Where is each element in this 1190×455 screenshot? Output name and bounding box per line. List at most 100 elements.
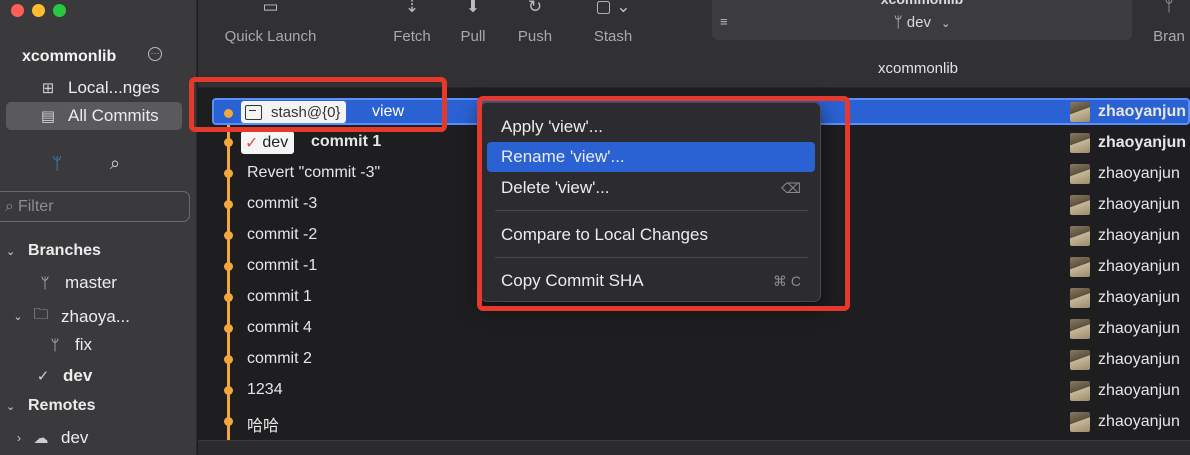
branches-tab-icon[interactable]: ᛘ xyxy=(52,154,62,174)
badge-label: dev xyxy=(262,133,289,151)
button-label: Push xyxy=(517,28,553,45)
branch-icon: ᛘ xyxy=(1164,0,1174,15)
commit-row[interactable]: commit 4 zhaoyanjun xyxy=(198,313,1190,344)
author-name: zhaoyanjun xyxy=(1098,351,1180,368)
window-controls xyxy=(11,4,66,17)
section-label: Remotes xyxy=(28,397,96,414)
repo-name: xcommonlib xyxy=(22,48,117,65)
checkmark-icon: ✓ xyxy=(36,368,50,385)
quick-launch-icon: ▭ xyxy=(262,0,279,16)
branch-button[interactable]: ᛘ Bran xyxy=(1148,0,1190,52)
branch-selector[interactable]: ≡ xcommonlib ᛘ dev ⌄ xyxy=(712,0,1132,40)
commit-graph-dot xyxy=(224,200,233,209)
branches-section-header[interactable]: ⌄ Branches xyxy=(6,242,101,260)
button-label: Fetch xyxy=(393,28,431,45)
close-window-button[interactable] xyxy=(11,4,24,17)
zoom-window-button[interactable] xyxy=(53,4,66,17)
stash-button[interactable]: ▢ ⌄ Stash xyxy=(588,0,638,52)
commit-graph-dot xyxy=(224,355,233,364)
branch-item-dev[interactable]: ✓ dev xyxy=(34,366,93,386)
chevron-right-icon: › xyxy=(17,431,21,445)
annotation-highlight-stash xyxy=(189,77,447,132)
toolbar: ▭ Quick Launch ⇣ Fetch ⬇ Pull ↻ Push ▢ ⌄… xyxy=(198,0,1190,52)
commit-message: commit 4 xyxy=(247,319,312,336)
checkmark-icon: ✓ xyxy=(245,134,259,152)
filter-field[interactable]: ⌕ xyxy=(0,191,190,222)
repo-title: xcommonlib xyxy=(712,0,1132,7)
pull-button[interactable]: ⬇ Pull xyxy=(450,0,496,52)
sidebar-tabs: ᛘ ⌕ xyxy=(0,150,197,180)
commit-author: zhaoyanjun xyxy=(1070,163,1180,185)
quick-launch-button[interactable]: ▭ Quick Launch xyxy=(218,0,323,52)
annotation-highlight-menu xyxy=(477,96,850,311)
remotes-section-header[interactable]: ⌄ Remotes xyxy=(6,397,96,415)
author-name: zhaoyanjun xyxy=(1098,103,1187,120)
chevron-down-icon: ⌄ xyxy=(941,18,951,30)
avatar xyxy=(1070,350,1090,370)
button-label: Stash xyxy=(593,28,633,45)
author-name: zhaoyanjun xyxy=(1098,289,1180,306)
search-tab-icon[interactable]: ⌕ xyxy=(110,153,120,174)
sidebar-item-local-changes[interactable]: ⊞ Local...nges xyxy=(0,74,197,102)
avatar xyxy=(1070,319,1090,339)
commit-message: 1234 xyxy=(247,381,283,398)
branch-item-fix[interactable]: ᛘ fix xyxy=(46,335,92,355)
button-label: Bran xyxy=(1153,28,1185,45)
commit-author: zhaoyanjun xyxy=(1070,194,1180,216)
commit-message: commit -1 xyxy=(247,257,318,274)
sidebar-item-label: All Commits xyxy=(68,106,159,125)
author-name: zhaoyanjun xyxy=(1098,382,1180,399)
commit-message: commit 2 xyxy=(247,350,312,367)
commit-message: commit 1 xyxy=(311,133,382,150)
commit-author: zhaoyanjun xyxy=(1070,225,1180,247)
avatar xyxy=(1070,257,1090,277)
author-name: zhaoyanjun xyxy=(1098,165,1180,182)
commit-row[interactable]: commit 2 zhaoyanjun xyxy=(198,344,1190,375)
branch-folder-zhaoya[interactable]: ⌄ 🗀 zhaoya... xyxy=(12,304,130,329)
remote-item-dev[interactable]: › ☁ dev xyxy=(14,428,88,448)
stash-icon: ▢ ⌄ xyxy=(595,0,631,16)
author-name: zhaoyanjun xyxy=(1098,413,1180,430)
avatar xyxy=(1070,133,1090,153)
window-title: xcommonlib xyxy=(878,60,959,77)
sidebar-item-all-commits[interactable]: ▤ All Commits xyxy=(6,102,182,130)
push-button[interactable]: ↻ Push xyxy=(512,0,558,52)
button-label: Pull xyxy=(460,28,486,45)
avatar xyxy=(1070,195,1090,215)
avatar xyxy=(1070,102,1090,122)
author-name: zhaoyanjun xyxy=(1098,258,1180,275)
repo-options-icon[interactable]: ··· xyxy=(148,47,162,61)
branch-label: zhaoya... xyxy=(61,306,130,326)
commit-message: commit -3 xyxy=(247,195,318,212)
avatar xyxy=(1070,288,1090,308)
fetch-button[interactable]: ⇣ Fetch xyxy=(386,0,438,52)
folder-icon: 🗀 xyxy=(33,306,49,323)
commit-graph-dot xyxy=(224,293,233,302)
avatar xyxy=(1070,226,1090,246)
cloud-icon: ☁ xyxy=(33,430,49,447)
commit-author: zhaoyanjun xyxy=(1070,349,1180,371)
branch-label: master xyxy=(65,273,117,292)
minimize-window-button[interactable] xyxy=(32,4,45,17)
commit-graph-dot xyxy=(224,231,233,240)
commit-row[interactable]: 哈哈 zhaoyanjun xyxy=(198,406,1190,437)
pull-icon: ⬇ xyxy=(465,0,481,16)
author-name: zhaoyanjun xyxy=(1098,134,1187,151)
commit-author: zhaoyanjun xyxy=(1070,287,1180,309)
commit-graph-dot xyxy=(224,169,233,178)
avatar xyxy=(1070,164,1090,184)
button-label: Quick Launch xyxy=(224,28,317,45)
commit-graph-dot xyxy=(224,386,233,395)
commit-author: zhaoyanjun xyxy=(1070,256,1180,278)
commit-row[interactable]: 1234 zhaoyanjun xyxy=(198,375,1190,406)
search-icon: ⌕ xyxy=(5,197,14,215)
commit-message: Revert "commit -3" xyxy=(247,164,381,181)
push-icon: ↻ xyxy=(527,0,543,16)
current-branch[interactable]: ᛘ dev ⌄ xyxy=(712,14,1132,31)
filter-input[interactable] xyxy=(17,197,178,216)
chevron-down-icon: ⌄ xyxy=(6,245,16,258)
local-changes-icon: ⊞ xyxy=(41,80,55,97)
branch-item-master[interactable]: ᛘ master xyxy=(36,273,117,293)
section-label: Branches xyxy=(28,242,101,259)
chevron-down-icon: ⌄ xyxy=(6,400,16,413)
